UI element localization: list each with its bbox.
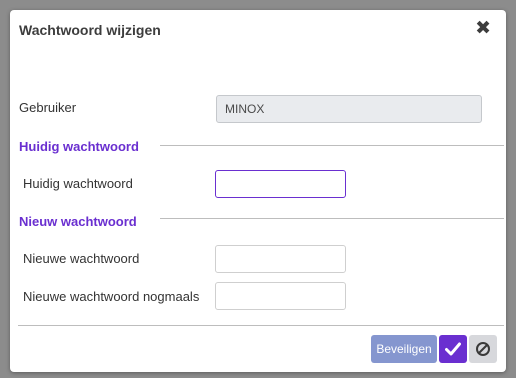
protect-button-label: Beveiligen [376, 342, 432, 356]
current-password-input[interactable] [215, 170, 346, 198]
confirm-button[interactable] [439, 335, 467, 363]
new-password-input[interactable] [215, 245, 346, 273]
section-divider [160, 145, 504, 146]
repeat-password-input[interactable] [215, 282, 346, 310]
cancel-icon [476, 342, 490, 356]
current-password-label: Huidig wachtwoord [23, 176, 133, 191]
user-label: Gebruiker [19, 100, 77, 115]
cancel-button[interactable] [469, 335, 497, 363]
footer-divider [18, 325, 504, 326]
new-password-section-title: Nieuw wachtwoord [19, 214, 137, 229]
close-icon[interactable]: ✖ [475, 18, 491, 40]
new-password-label: Nieuwe wachtwoord [23, 251, 140, 266]
change-password-dialog: Wachtwoord wijzigen ✖ Gebruiker Huidig w… [10, 10, 506, 372]
repeat-password-label: Nieuwe wachtwoord nogmaals [23, 289, 200, 304]
dialog-title: Wachtwoord wijzigen [19, 22, 161, 38]
user-field [216, 95, 482, 123]
section-divider [160, 218, 504, 219]
current-password-section-title: Huidig wachtwoord [19, 139, 139, 154]
protect-button[interactable]: Beveiligen [371, 335, 437, 363]
checkmark-icon [445, 342, 461, 356]
